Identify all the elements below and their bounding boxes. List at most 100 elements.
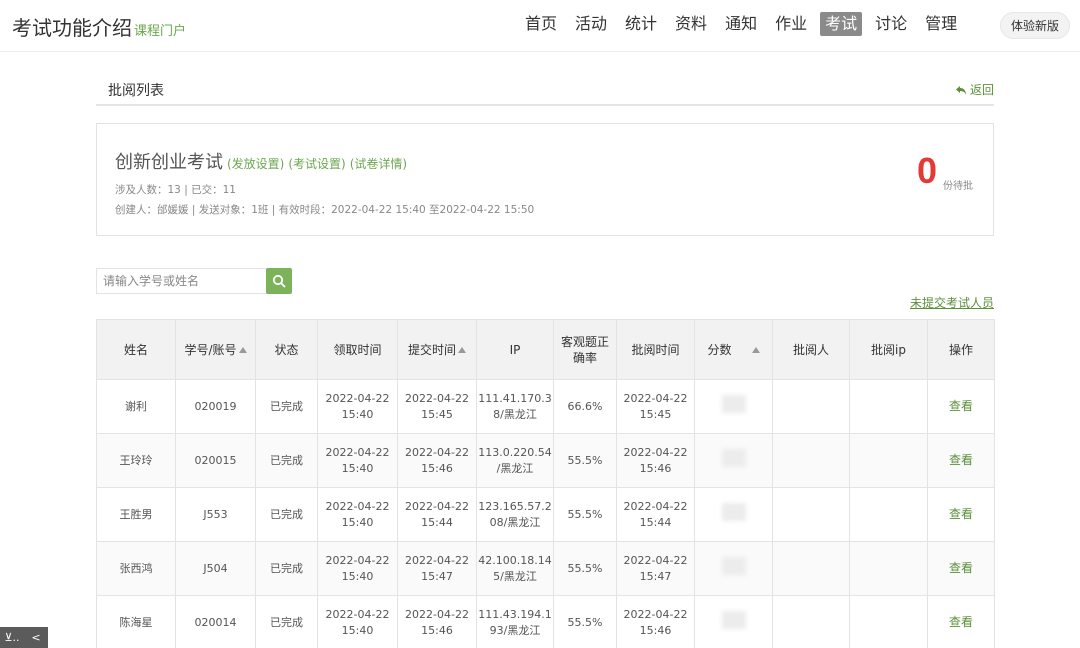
cell-score (694, 433, 773, 488)
cell-student-id: J504 (175, 541, 256, 596)
column-header-label: 分数 (707, 343, 732, 357)
cell-status: 已完成 (255, 541, 318, 596)
exam-link-0[interactable]: (发放设置) (227, 157, 284, 171)
cell-review-time: 2022-04-22 15:47 (616, 541, 695, 596)
column-header-11: 操作 (927, 319, 995, 380)
search-input[interactable] (96, 268, 267, 294)
course-portal-link[interactable]: 课程门户 (134, 24, 186, 39)
nav-item-6[interactable]: 考试 (820, 12, 863, 36)
nav-item-8[interactable]: 管理 (920, 12, 962, 36)
table-row: 陈海星 020014 已完成 2022-04-22 15:40 2022-04-22 15:… (96, 595, 995, 648)
cell-student-id-text: J553 (203, 507, 228, 521)
cell-correct-rate-text: 55.5% (567, 561, 603, 575)
cell-student-id: 020014 (175, 595, 256, 648)
column-header-label: 客观题正确率 (561, 334, 610, 365)
cell-submit-time-text: 15:46 (421, 461, 453, 475)
collapse-chevron-icon[interactable]: < (24, 631, 48, 644)
corner-left-label[interactable]: ⊻.. (0, 631, 24, 644)
try-new-version-button[interactable]: 体验新版 (1000, 12, 1070, 39)
cell-ip-text: 8/黑龙江 (493, 407, 537, 421)
cell-review-time: 2022-04-22 15:44 (616, 487, 695, 542)
cell-get-time-text: 2022-04-22 (325, 607, 390, 621)
sort-up-icon[interactable] (238, 346, 247, 353)
cell-ip-text: 111.43.194.1 (478, 607, 552, 621)
nav-item-7[interactable]: 讨论 (870, 12, 912, 36)
cell-get-time-text: 2022-04-22 (325, 445, 390, 459)
cell-ip: 42.100.18.14 5/黑龙江 (476, 541, 554, 596)
nav-item-4[interactable]: 通知 (720, 12, 762, 36)
exam-info-panel: 创新创业考试 (发放设置) (考试设置) (试卷详情) 涉及人数：13 | 已交：11… (96, 123, 994, 236)
cell-review-time-text: 2022-04-22 (623, 553, 688, 567)
cell-submit-time: 2022-04-22 15:47 (397, 541, 477, 596)
exam-link-2[interactable]: (试卷详情) (350, 157, 407, 171)
column-header-label: 姓名 (123, 343, 148, 357)
cell-student-id: 020019 (175, 379, 256, 434)
cell-ip: 111.41.170.3 8/黑龙江 (476, 379, 554, 434)
cell-correct-rate: 55.5% (553, 487, 617, 542)
cell-submit-time: 2022-04-22 15:44 (397, 487, 477, 542)
cell-correct-rate: 55.5% (553, 595, 617, 648)
cell-review-time-text: 2022-04-22 (623, 391, 688, 405)
nav-item-2[interactable]: 统计 (620, 12, 662, 36)
cell-review-time-text: 15:46 (639, 623, 672, 637)
column-header-7: 批阅时间 (616, 319, 695, 380)
cell-ip-text: 113.0.220.54 (478, 445, 552, 459)
cell-score (694, 541, 773, 596)
cell-reviewer-ip (849, 379, 928, 434)
search-button[interactable] (266, 268, 292, 294)
cell-get-time-text: 2022-04-22 (325, 553, 390, 567)
cell-get-time: 2022-04-22 15:40 (317, 487, 398, 542)
section-title: 批阅列表 (108, 83, 164, 99)
cell-ip-text: /黑龙江 (496, 461, 534, 475)
column-header-label: 批阅时间 (631, 343, 680, 357)
cell-name: 张西鸿 (96, 541, 176, 596)
sort-up-icon[interactable] (751, 346, 760, 353)
cell-get-time-text: 15:40 (341, 407, 374, 421)
site-title: 考试功能介绍 课程门户 (12, 12, 186, 41)
column-header-4[interactable]: 提交时间 (397, 319, 477, 380)
cell-review-time-text: 15:44 (639, 515, 672, 529)
sort-up-icon[interactable] (458, 346, 466, 353)
cell-submit-time-text: 2022-04-22 (405, 391, 469, 405)
view-button[interactable]: 查看 (949, 507, 973, 521)
column-header-label: IP (509, 342, 521, 357)
unsubmitted-students-link[interactable]: 未提交考试人员 (910, 294, 994, 311)
cell-reviewer (772, 433, 850, 488)
column-header-1[interactable]: 学号/账号 (175, 319, 256, 380)
nav-item-0[interactable]: 首页 (520, 12, 562, 36)
review-table: 姓名 学号/账号 状态 领取时间 提交时间 IP 客观题正确率 批阅时间 分数 批阅人 批阅ip 操作… (96, 319, 995, 648)
view-button[interactable]: 查看 (949, 399, 973, 413)
corner-control[interactable]: ⊻.. < (0, 627, 48, 648)
cell-status: 已完成 (255, 487, 318, 542)
exam-link-1[interactable]: (考试设置) (288, 157, 345, 171)
cell-action: 查看 (927, 379, 995, 434)
cell-review-time-text: 15:46 (639, 461, 672, 475)
cell-reviewer (772, 379, 850, 434)
cell-get-time-text: 2022-04-22 (325, 391, 390, 405)
cell-student-id-text: J504 (203, 561, 228, 575)
column-header-label: 领取时间 (333, 343, 382, 357)
view-button[interactable]: 查看 (949, 615, 973, 629)
cell-review-time-text: 15:47 (639, 569, 672, 583)
cell-student-id: J553 (175, 487, 256, 542)
column-header-8[interactable]: 分数 (694, 319, 773, 380)
nav-item-5[interactable]: 作业 (770, 12, 812, 36)
cell-correct-rate: 66.6% (553, 379, 617, 434)
column-header-0: 姓名 (96, 319, 176, 380)
cell-review-time: 2022-04-22 15:46 (616, 433, 695, 488)
cell-submit-time-text: 2022-04-22 (405, 445, 469, 459)
column-header-label: 操作 (948, 343, 973, 357)
cell-reviewer (772, 487, 850, 542)
nav-item-3[interactable]: 资料 (670, 12, 712, 36)
cell-ip-text: 123.165.57.2 (478, 499, 552, 513)
back-link[interactable]: 返回 (955, 81, 994, 98)
cell-correct-rate-text: 55.5% (567, 615, 603, 629)
nav-item-1[interactable]: 活动 (570, 12, 612, 36)
view-button[interactable]: 查看 (949, 561, 973, 575)
column-header-10: 批阅ip (849, 319, 928, 380)
cell-reviewer (772, 595, 850, 648)
score-redacted (721, 395, 746, 413)
view-button[interactable]: 查看 (949, 453, 973, 467)
column-header-3: 领取时间 (317, 319, 398, 380)
cell-ip: 111.43.194.1 93/黑龙江 (476, 595, 554, 648)
